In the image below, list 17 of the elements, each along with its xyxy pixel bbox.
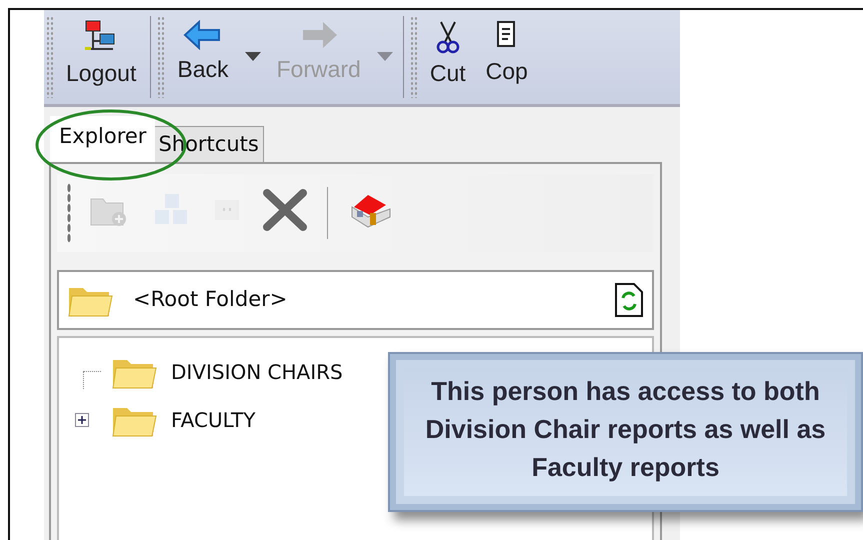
callout-note: This person has access to both Division Chair reports as well as Faculty reports (388, 352, 863, 512)
back-button[interactable]: Back (167, 10, 238, 104)
tab[interactable]: Explorer (50, 116, 156, 162)
dropdown-caret-icon[interactable] (244, 52, 260, 62)
scissors-icon (436, 20, 460, 54)
logout-button[interactable]: Logout (56, 10, 146, 104)
expand-toggle[interactable] (75, 413, 89, 427)
cut-button[interactable]: Cut (420, 10, 476, 104)
tree-item[interactable]: DIVISION CHAIRS (171, 357, 343, 387)
root-folder-label: <Root Folder> (133, 286, 288, 314)
left-arrow-icon (182, 20, 223, 50)
root-folder-field[interactable]: <Root Folder> (57, 270, 654, 330)
tree-item[interactable]: FACULTY (171, 405, 256, 435)
refresh-icon[interactable] (614, 282, 644, 318)
copy-button[interactable]: Cop (476, 10, 538, 104)
delete-icon (261, 186, 309, 232)
rename-icon (215, 200, 239, 220)
